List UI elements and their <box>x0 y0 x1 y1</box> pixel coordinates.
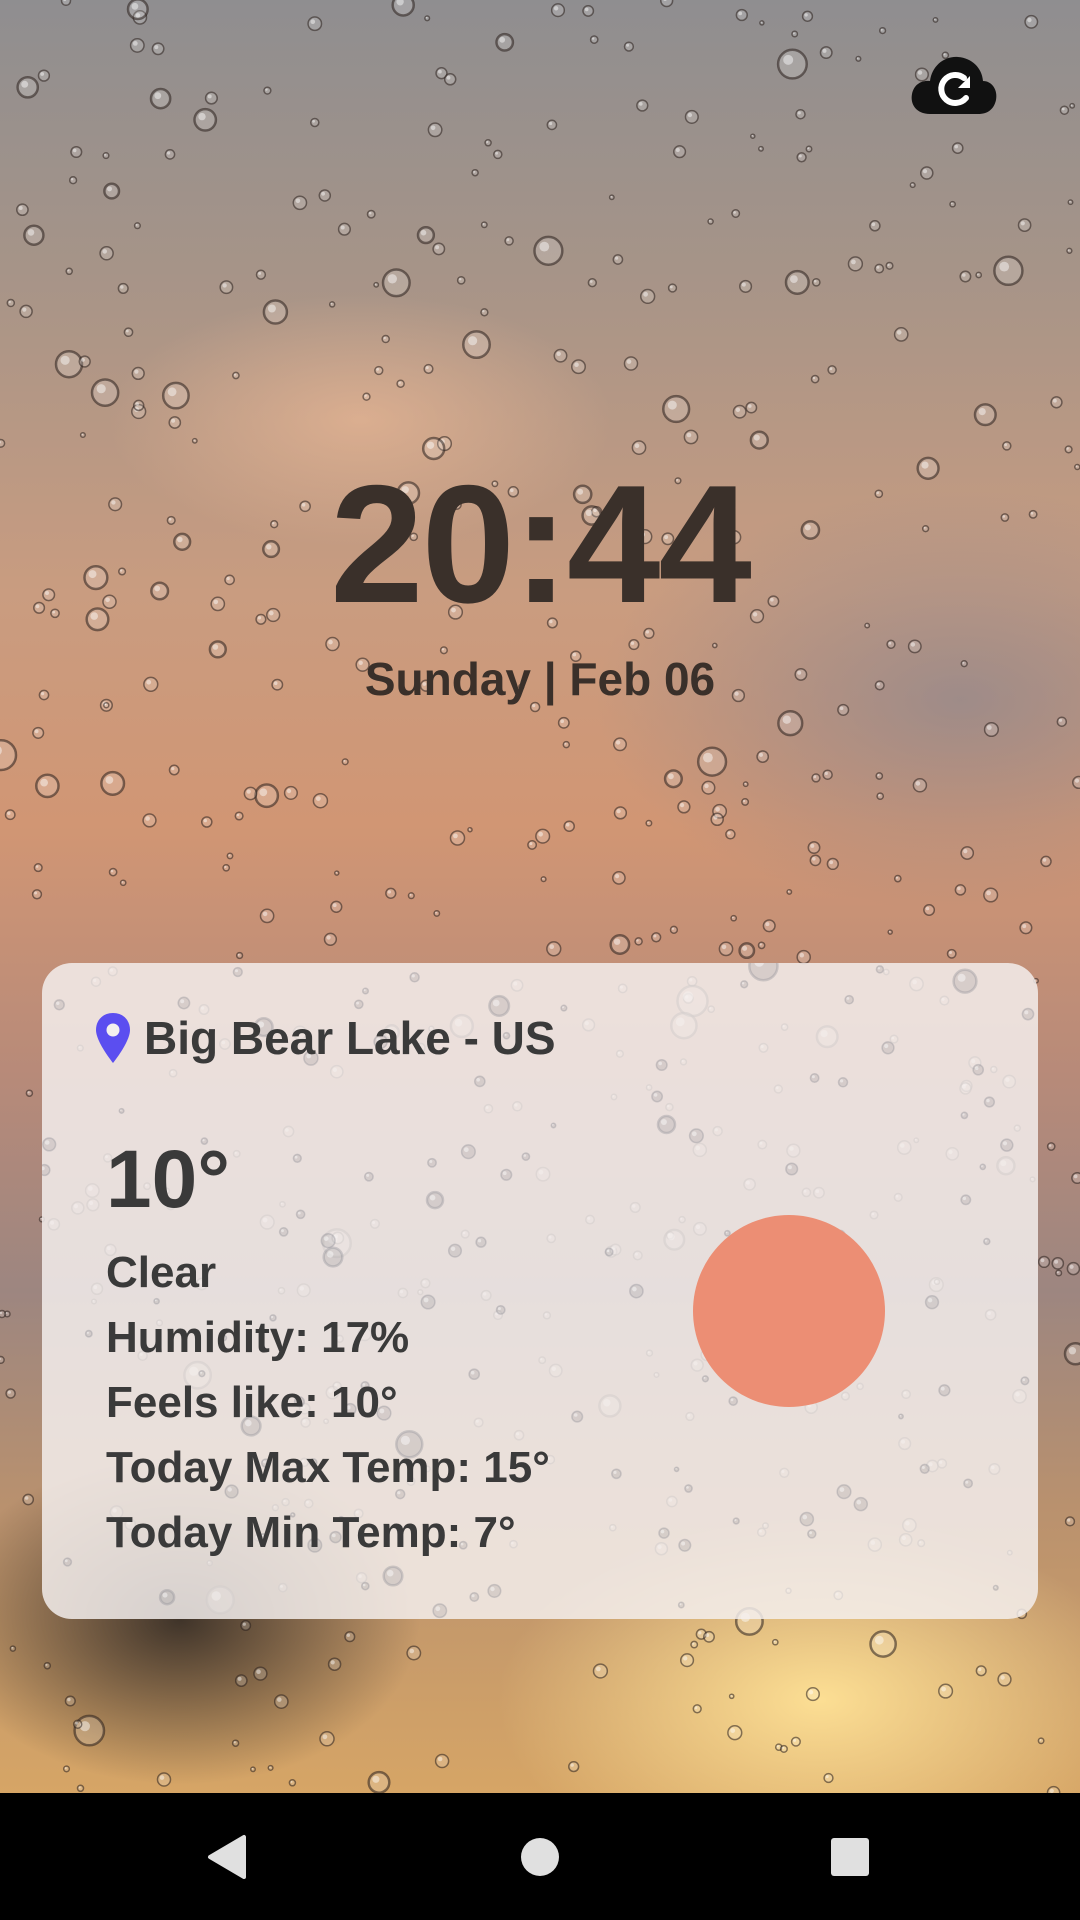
clock-date: Sunday | Feb 06 <box>364 653 716 705</box>
weather-condition: Clear <box>106 1248 217 1297</box>
back-triangle-icon <box>208 1834 246 1879</box>
recents-square-icon <box>831 1837 869 1876</box>
max-temp-value: Today Max Temp: 15° <box>106 1443 550 1492</box>
sun-icon <box>693 1215 885 1407</box>
weather-card: Big Bear Lake - US 10° Clear Humidity: 1… <box>42 963 1038 1619</box>
recents-button[interactable] <box>790 1793 910 1920</box>
feels-like-value: Feels like: 10° <box>106 1378 398 1427</box>
navigation-bar <box>0 1793 1080 1920</box>
back-button[interactable] <box>166 1793 286 1920</box>
home-button[interactable] <box>480 1793 600 1920</box>
current-temperature: 10° <box>106 1134 231 1225</box>
location-pin-icon <box>96 1013 130 1063</box>
home-circle-icon <box>521 1837 559 1876</box>
clock-time: 20:44 <box>330 450 752 638</box>
location-label: Big Bear Lake - US <box>144 1012 556 1064</box>
location-row: Big Bear Lake - US <box>94 1011 556 1065</box>
humidity-value: Humidity: 17% <box>106 1313 410 1362</box>
min-temp-value: Today Min Temp: 7° <box>106 1508 516 1557</box>
cloud-sync-icon[interactable] <box>908 54 998 118</box>
